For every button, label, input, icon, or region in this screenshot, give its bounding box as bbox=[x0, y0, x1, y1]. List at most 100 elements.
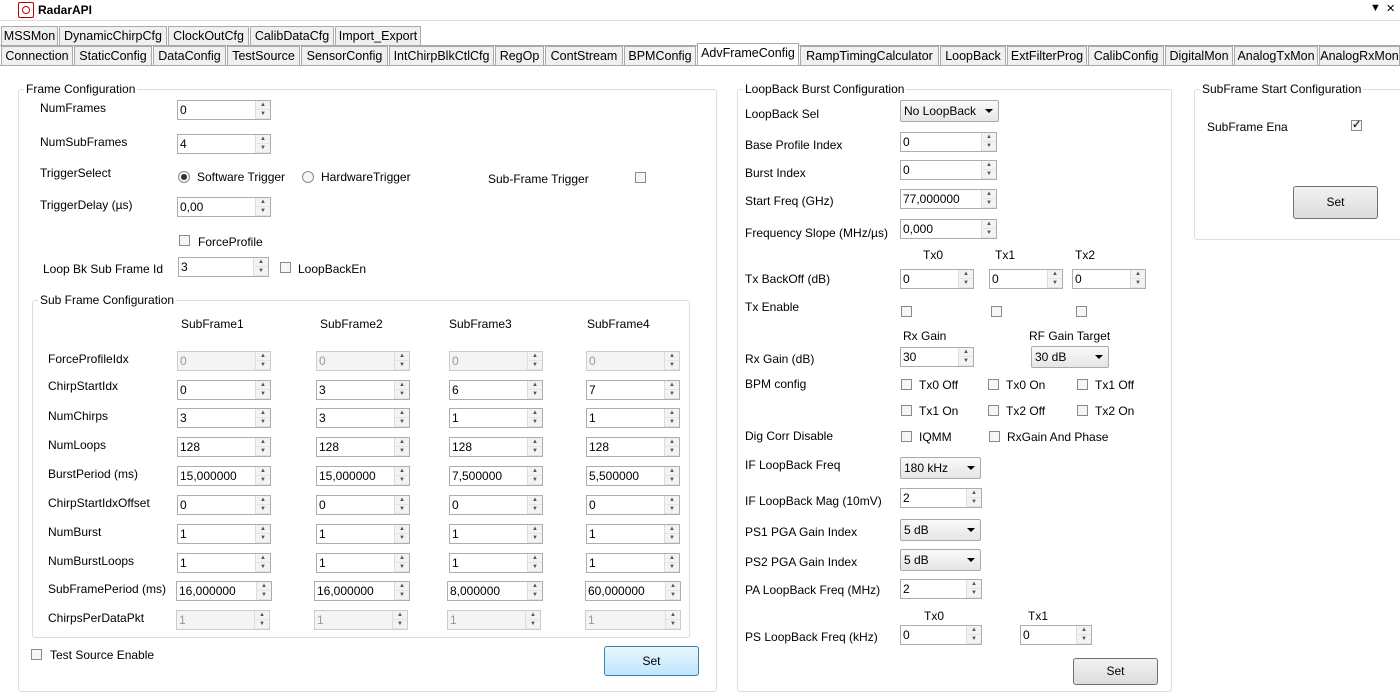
num-loops-sf3[interactable]: ▲▼ bbox=[449, 437, 543, 457]
num-frames-input[interactable]: ▲▼ bbox=[177, 100, 271, 120]
tab-regop[interactable]: RegOp bbox=[495, 46, 544, 65]
num-loops-sf4[interactable]: ▲▼ bbox=[586, 437, 680, 457]
ps-tx0-freq-input[interactable]: ▲▼ bbox=[900, 625, 982, 645]
burst-period-sf2[interactable]: ▲▼ bbox=[316, 466, 410, 486]
iqmm-checkbox[interactable] bbox=[901, 431, 912, 442]
tab-loopback[interactable]: LoopBack bbox=[940, 46, 1006, 65]
num-burst-sf1[interactable]: ▲▼ bbox=[177, 524, 271, 544]
base-profile-index-input[interactable]: ▲▼ bbox=[900, 132, 997, 152]
hardware-trigger-radio[interactable] bbox=[302, 171, 314, 183]
loopback-en-checkbox[interactable] bbox=[280, 262, 291, 273]
tab-connection[interactable]: Connection bbox=[1, 46, 73, 65]
test-source-enable-checkbox[interactable] bbox=[31, 649, 42, 660]
bpm-tx1-off-checkbox[interactable] bbox=[1077, 379, 1088, 390]
chirp-start-idx-offset-sf2[interactable]: ▲▼ bbox=[316, 495, 410, 515]
tab-clockoutcfg[interactable]: ClockOutCfg bbox=[168, 26, 249, 45]
chirp-start-idx-sf2[interactable]: ▲▼ bbox=[316, 380, 410, 400]
tab-calibconfig[interactable]: CalibConfig bbox=[1088, 46, 1164, 65]
software-trigger-radio[interactable] bbox=[178, 171, 190, 183]
close-icon[interactable]: ✕ bbox=[1386, 2, 1395, 15]
frequency-slope-input[interactable]: ▲▼ bbox=[900, 219, 997, 239]
tab-intchirpblkctlcfg[interactable]: IntChirpBlkCtlCfg bbox=[389, 46, 494, 65]
tx2-enable-checkbox[interactable] bbox=[1076, 306, 1087, 317]
if-loopback-mag-input[interactable]: ▲▼ bbox=[900, 488, 982, 508]
loop-bk-subframe-id-input[interactable]: ▲▼ bbox=[178, 257, 269, 277]
chirp-start-idx-offset-sf1[interactable]: ▲▼ bbox=[177, 495, 271, 515]
tab-import-export[interactable]: Import_Export bbox=[335, 26, 421, 45]
num-subframes-input[interactable]: ▲▼ bbox=[177, 134, 271, 154]
bpm-tx1-on-checkbox[interactable] bbox=[901, 405, 912, 416]
num-burst-loops-sf4[interactable]: ▲▼ bbox=[586, 553, 680, 573]
num-burst-sf4[interactable]: ▲▼ bbox=[586, 524, 680, 544]
num-loops-sf2[interactable]: ▲▼ bbox=[316, 437, 410, 457]
tab-mssmon[interactable]: MSSMon bbox=[1, 26, 58, 45]
tx1-backoff-input[interactable]: ▲▼ bbox=[989, 269, 1063, 289]
num-loops-sf1[interactable]: ▲▼ bbox=[177, 437, 271, 457]
start-freq-input[interactable]: ▲▼ bbox=[900, 189, 997, 209]
loopback-set-button[interactable]: Set bbox=[1073, 658, 1158, 685]
rx-gain-input[interactable]: ▲▼ bbox=[900, 347, 974, 367]
chirp-start-idx-sf4[interactable]: ▲▼ bbox=[586, 380, 680, 400]
ps1-pga-gain-dropdown[interactable]: 5 dB bbox=[900, 519, 981, 541]
tx0-enable-checkbox[interactable] bbox=[901, 306, 912, 317]
subframe-period-sf4[interactable]: ▲▼ bbox=[585, 581, 681, 601]
burst-period-sf1[interactable]: ▲▼ bbox=[177, 466, 271, 486]
tx0-backoff-input[interactable]: ▲▼ bbox=[900, 269, 974, 289]
num-chirps-sf2[interactable]: ▲▼ bbox=[316, 408, 410, 428]
chirp-start-idx-offset-sf4[interactable]: ▲▼ bbox=[586, 495, 680, 515]
bpm-tx2-off-checkbox[interactable] bbox=[988, 405, 999, 416]
num-chirps-sf1[interactable]: ▲▼ bbox=[177, 408, 271, 428]
num-burst-loops-sf1[interactable]: ▲▼ bbox=[177, 553, 271, 573]
tx2-backoff-input[interactable]: ▲▼ bbox=[1072, 269, 1146, 289]
tab-contstream[interactable]: ContStream bbox=[545, 46, 623, 65]
ps-tx1-freq-input[interactable]: ▲▼ bbox=[1020, 625, 1092, 645]
num-chirps-sf4[interactable]: ▲▼ bbox=[586, 408, 680, 428]
subframe-start-set-button[interactable]: Set bbox=[1293, 186, 1378, 219]
tab-analogrxmon[interactable]: AnalogRxMon bbox=[1319, 46, 1400, 65]
tab-analogtxmon[interactable]: AnalogTxMon bbox=[1234, 46, 1318, 65]
force-profile-idx-sf4: ▲▼ bbox=[586, 351, 680, 371]
num-burst-sf2[interactable]: ▲▼ bbox=[316, 524, 410, 544]
num-burst-loops-sf3[interactable]: ▲▼ bbox=[449, 553, 543, 573]
tab-calibdatacfg[interactable]: CalibDataCfg bbox=[250, 26, 334, 45]
bpm-tx2-on-checkbox[interactable] bbox=[1077, 405, 1088, 416]
bpm-tx0-off-checkbox[interactable] bbox=[901, 379, 912, 390]
rf-gain-target-dropdown[interactable]: 30 dB bbox=[1031, 346, 1109, 368]
subframe-period-sf2[interactable]: ▲▼ bbox=[314, 581, 410, 601]
num-burst-loops-sf2[interactable]: ▲▼ bbox=[316, 553, 410, 573]
loopback-sel-dropdown[interactable]: No LoopBack bbox=[900, 100, 999, 122]
burst-period-sf4[interactable]: ▲▼ bbox=[586, 466, 680, 486]
pa-loopback-freq-input[interactable]: ▲▼ bbox=[900, 579, 982, 599]
tab-extfilterprog[interactable]: ExtFilterProg bbox=[1007, 46, 1087, 65]
trigger-delay-input[interactable]: ▲▼ bbox=[177, 197, 271, 217]
num-burst-sf3[interactable]: ▲▼ bbox=[449, 524, 543, 544]
tx1-enable-checkbox[interactable] bbox=[991, 306, 1002, 317]
tab-digitalmon[interactable]: DigitalMon bbox=[1165, 46, 1233, 65]
tab-bpmconfig[interactable]: BPMConfig bbox=[624, 46, 696, 65]
bpm-tx0-on-checkbox[interactable] bbox=[988, 379, 999, 390]
burst-period-sf3[interactable]: ▲▼ bbox=[449, 466, 543, 486]
subframe-ena-checkbox[interactable] bbox=[1351, 118, 1362, 131]
tab-testsource[interactable]: TestSource bbox=[227, 46, 300, 65]
ps2-pga-gain-dropdown[interactable]: 5 dB bbox=[900, 549, 981, 571]
minimize-icon[interactable]: ▼ bbox=[1370, 2, 1381, 14]
tab-sensorconfig[interactable]: SensorConfig bbox=[301, 46, 388, 65]
chirp-start-idx-sf3[interactable]: ▲▼ bbox=[449, 380, 543, 400]
chirp-start-idx-offset-sf3[interactable]: ▲▼ bbox=[449, 495, 543, 515]
tab-dynamicchirpcfg[interactable]: DynamicChirpCfg bbox=[59, 26, 167, 45]
force-profile-checkbox[interactable] bbox=[179, 235, 190, 246]
if-loopback-freq-dropdown[interactable]: 180 kHz bbox=[900, 457, 981, 479]
frame-set-button[interactable]: Set bbox=[604, 646, 699, 676]
num-chirps-sf3[interactable]: ▲▼ bbox=[449, 408, 543, 428]
tab-dataconfig[interactable]: DataConfig bbox=[153, 46, 226, 65]
chirp-start-idx-sf1[interactable]: ▲▼ bbox=[177, 380, 271, 400]
burst-index-input[interactable]: ▲▼ bbox=[900, 160, 997, 180]
subframe-period-sf3[interactable]: ▲▼ bbox=[447, 581, 543, 601]
subframe-period-sf1[interactable]: ▲▼ bbox=[176, 581, 272, 601]
subframe-trigger-checkbox[interactable] bbox=[635, 172, 646, 183]
tab-advframeconfig[interactable]: AdvFrameConfig bbox=[697, 43, 799, 65]
tab-staticconfig[interactable]: StaticConfig bbox=[74, 46, 152, 65]
tab-ramptimingcalculator[interactable]: RampTimingCalculator bbox=[800, 46, 939, 65]
rxgain-phase-checkbox[interactable] bbox=[989, 431, 1000, 442]
num-subframes-label: NumSubFrames bbox=[40, 135, 128, 149]
